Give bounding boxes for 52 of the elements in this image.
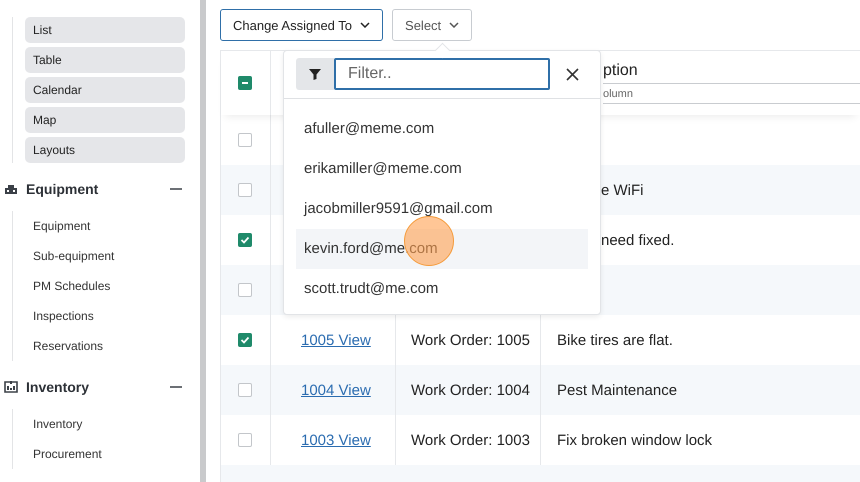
chevron-down-icon [449,22,460,28]
table-cell: need fixed. [601,232,674,248]
filter-icon [309,68,321,80]
sidebar-item[interactable]: Reservations [33,331,200,361]
table-cell: Work Order: 1005 [411,332,530,348]
filter-button[interactable] [296,58,334,90]
row-checkbox[interactable] [238,383,252,397]
view-link[interactable]: 1003 View [301,432,371,448]
sidebar-item[interactable]: Inventory [33,409,200,439]
sidebar-item[interactable]: Equipment [33,211,200,241]
dropdown-button[interactable]: Select [392,9,472,41]
chevron-down-icon [360,22,370,28]
column-header[interactable]: ption [603,62,860,84]
sidebar-view-item[interactable]: Map [25,107,185,133]
dropdown-option[interactable]: erikamiller@meme.com [296,149,588,189]
toolbox-icon [4,182,18,196]
row-checkbox[interactable] [238,183,252,197]
scrollbar[interactable] [200,0,206,482]
row-checkbox[interactable] [238,233,252,247]
sidebar-view-item[interactable]: List [25,17,185,43]
table-cell: Work Order: 1003 [411,432,530,448]
filter-field[interactable]: Filter.. [334,58,550,90]
row-checkbox[interactable] [238,433,252,447]
sidebar-item[interactable]: PM Schedules [33,271,200,301]
section-title: Inventory [26,379,90,395]
select-all-checkbox[interactable] [238,76,252,90]
sidebar-item[interactable]: Sub-equipment [33,241,200,271]
sidebar-view-item[interactable]: Layouts [25,137,185,163]
section-title: Equipment [26,181,100,197]
close-button[interactable] [566,68,579,80]
close-icon [566,68,579,80]
sidebar-view-item[interactable]: Calendar [25,77,185,103]
check-icon [240,335,250,345]
sidebar-item[interactable]: Procurement [33,439,200,469]
view-link[interactable]: 1005 View [301,332,371,348]
warehouse-icon [4,380,18,394]
dropdown-button[interactable]: Change Assigned To [220,9,384,41]
check-icon [240,235,250,245]
sidebar-item[interactable]: Inspections [33,301,200,331]
sidebar-view-item[interactable]: Table [25,47,185,73]
dropdown-option[interactable]: afuller@meme.com [296,109,588,149]
row-checkbox[interactable] [238,283,252,297]
table-cell: e WiFi [601,182,644,198]
table-cell: Fix broken window lock [557,432,712,448]
table-cell: Work Order: 1004 [411,382,530,398]
column-hint: olumn [603,88,860,104]
dropdown-option[interactable]: jacobmiller9591@gmail.com [296,189,588,229]
table-cell: Pest Maintenance [557,382,678,398]
row-checkbox[interactable] [238,333,252,347]
table-cell: Bike tires are flat. [557,332,673,348]
row-checkbox[interactable] [238,133,252,147]
view-link[interactable]: 1004 View [301,382,371,398]
